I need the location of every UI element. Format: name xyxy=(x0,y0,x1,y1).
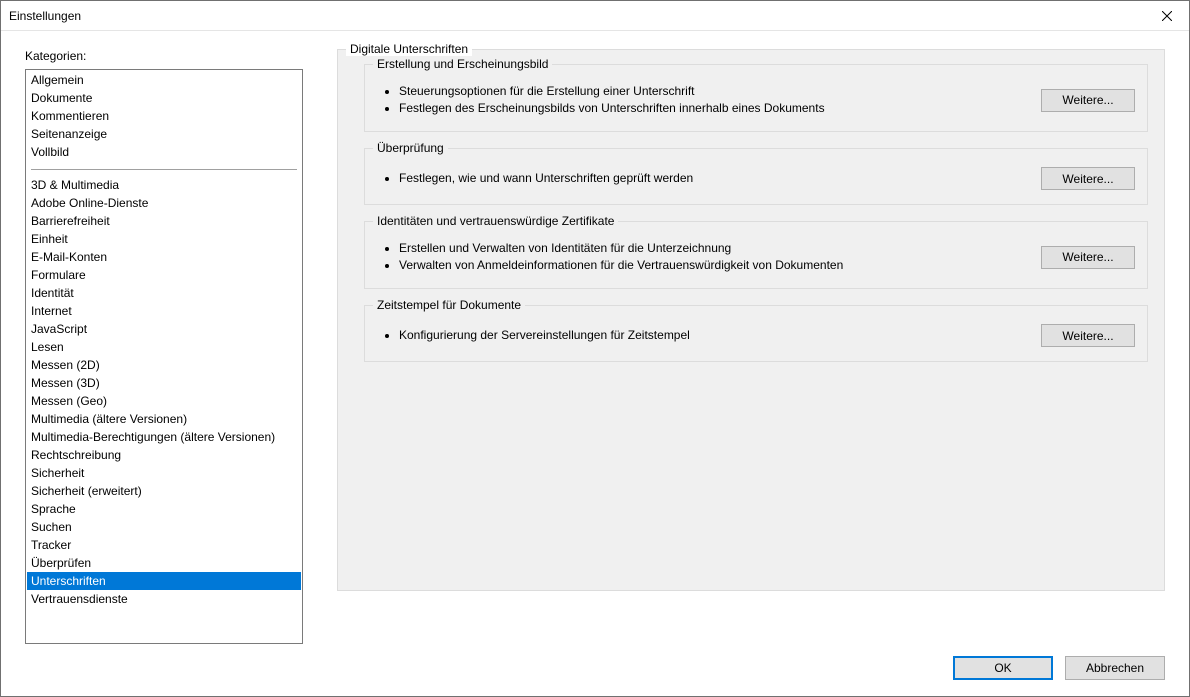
section-fieldset: Identitäten und vertrauenswürdige Zertif… xyxy=(364,221,1148,289)
cancel-button[interactable]: Abbrechen xyxy=(1065,656,1165,680)
dialog-upper: Kategorien: AllgemeinDokumenteKommentier… xyxy=(25,49,1165,644)
section-bullet: Erstellen und Verwalten von Identitäten … xyxy=(399,240,1021,257)
panel-fieldset: Digitale Unterschriften Erstellung und E… xyxy=(337,49,1165,591)
category-item[interactable]: Messen (Geo) xyxy=(27,392,301,410)
category-item[interactable]: Suchen xyxy=(27,518,301,536)
category-item[interactable]: Internet xyxy=(27,302,301,320)
category-item[interactable]: Sprache xyxy=(27,500,301,518)
more-button[interactable]: Weitere... xyxy=(1041,246,1135,269)
section-bullet: Konfigurierung der Servereinstellungen f… xyxy=(399,327,1021,344)
section-fieldset: Zeitstempel für DokumenteKonfigurierung … xyxy=(364,305,1148,362)
more-button[interactable]: Weitere... xyxy=(1041,167,1135,190)
preferences-dialog: Einstellungen Kategorien: AllgemeinDokum… xyxy=(0,0,1190,697)
section-title: Erstellung und Erscheinungsbild xyxy=(373,57,552,71)
section-bullet: Steuerungsoptionen für die Erstellung ei… xyxy=(399,83,1021,100)
section-fieldset: Erstellung und ErscheinungsbildSteuerung… xyxy=(364,64,1148,132)
section-row: Erstellen und Verwalten von Identitäten … xyxy=(377,240,1135,274)
section-fieldset: ÜberprüfungFestlegen, wie und wann Unter… xyxy=(364,148,1148,205)
category-item[interactable]: Überprüfen xyxy=(27,554,301,572)
category-item[interactable]: Messen (2D) xyxy=(27,356,301,374)
more-button[interactable]: Weitere... xyxy=(1041,324,1135,347)
section-bullet: Verwalten von Anmeldeinformationen für d… xyxy=(399,257,1021,274)
section-title: Überprüfung xyxy=(373,141,448,155)
section-row: Festlegen, wie und wann Unterschriften g… xyxy=(377,167,1135,190)
section-title: Zeitstempel für Dokumente xyxy=(373,298,525,312)
section-row: Konfigurierung der Servereinstellungen f… xyxy=(377,324,1135,347)
category-item[interactable]: Multimedia-Berechtigungen (ältere Versio… xyxy=(27,428,301,446)
category-item[interactable]: Allgemein xyxy=(27,71,301,89)
category-item[interactable]: Rechtschreibung xyxy=(27,446,301,464)
settings-panel: Digitale Unterschriften Erstellung und E… xyxy=(337,49,1165,644)
categories-label: Kategorien: xyxy=(25,49,303,63)
category-item[interactable]: E-Mail-Konten xyxy=(27,248,301,266)
category-item[interactable]: Barrierefreiheit xyxy=(27,212,301,230)
dialog-button-row: OK Abbrechen xyxy=(25,644,1165,684)
category-item[interactable]: Sicherheit (erweitert) xyxy=(27,482,301,500)
category-item[interactable]: JavaScript xyxy=(27,320,301,338)
category-item[interactable]: Adobe Online-Dienste xyxy=(27,194,301,212)
category-item[interactable]: Kommentieren xyxy=(27,107,301,125)
titlebar: Einstellungen xyxy=(1,1,1189,31)
section-bullets: Konfigurierung der Servereinstellungen f… xyxy=(377,327,1021,344)
category-item[interactable]: Formulare xyxy=(27,266,301,284)
category-item[interactable]: Unterschriften xyxy=(27,572,301,590)
category-separator xyxy=(31,169,297,170)
ok-button[interactable]: OK xyxy=(953,656,1053,680)
category-item[interactable]: Messen (3D) xyxy=(27,374,301,392)
section-bullet: Festlegen, wie und wann Unterschriften g… xyxy=(399,170,1021,187)
section-bullets: Festlegen, wie und wann Unterschriften g… xyxy=(377,170,1021,187)
section-bullets: Erstellen und Verwalten von Identitäten … xyxy=(377,240,1021,274)
category-item[interactable]: Sicherheit xyxy=(27,464,301,482)
panel-sections: Erstellung und Erscheinungsbild Steuerung… xyxy=(350,60,1152,362)
category-item[interactable]: Multimedia (ältere Versionen) xyxy=(27,410,301,428)
section-bullets: Steuerungsoptionen für die Erstellung ei… xyxy=(377,83,1021,117)
section-row: Steuerungsoptionen für die Erstellung ei… xyxy=(377,83,1135,117)
category-item[interactable]: Vollbild xyxy=(27,143,301,161)
categories-list[interactable]: AllgemeinDokumenteKommentierenSeitenanze… xyxy=(25,69,303,644)
panel-title: Digitale Unterschriften xyxy=(346,42,472,56)
window-title: Einstellungen xyxy=(9,9,1144,23)
section-title: Identitäten und vertrauenswürdige Zertif… xyxy=(373,214,618,228)
category-item[interactable]: 3D & Multimedia xyxy=(27,176,301,194)
category-item[interactable]: Dokumente xyxy=(27,89,301,107)
category-item[interactable]: Identität xyxy=(27,284,301,302)
more-button[interactable]: Weitere... xyxy=(1041,89,1135,112)
category-item[interactable]: Lesen xyxy=(27,338,301,356)
section-bullet: Festlegen des Erscheinungsbilds von Unte… xyxy=(399,100,1021,117)
categories-column: Kategorien: AllgemeinDokumenteKommentier… xyxy=(25,49,303,644)
dialog-body: Kategorien: AllgemeinDokumenteKommentier… xyxy=(1,31,1189,696)
close-button[interactable] xyxy=(1144,1,1189,30)
category-item[interactable]: Vertrauensdienste xyxy=(27,590,301,608)
close-icon xyxy=(1162,11,1172,21)
category-item[interactable]: Tracker xyxy=(27,536,301,554)
category-item[interactable]: Einheit xyxy=(27,230,301,248)
category-item[interactable]: Seitenanzeige xyxy=(27,125,301,143)
